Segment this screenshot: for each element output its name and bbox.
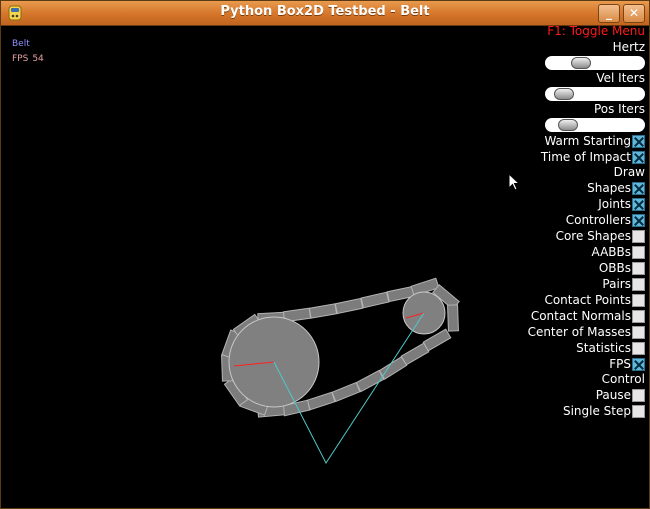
draw-fps-checkbox[interactable]	[632, 357, 645, 371]
draw-contact-points-option[interactable]: Contact Points	[544, 293, 645, 307]
warm-starting-label: Warm Starting	[544, 134, 631, 148]
pause-option[interactable]: Pause	[596, 388, 645, 402]
time-of-impact-option[interactable]: Time of Impact	[541, 150, 645, 164]
draw-core-shapes-checkbox[interactable]	[632, 229, 645, 243]
draw-shapes-checkbox[interactable]	[632, 181, 645, 195]
pos-iters-label: Pos Iters	[593, 102, 645, 116]
draw-obbs-option[interactable]: OBBs	[599, 261, 645, 275]
fps-value: 54	[32, 54, 44, 64]
title-bar[interactable]: Python Box2D Testbed - Belt _ ✕	[1, 1, 649, 26]
draw-shapes-option[interactable]: Shapes	[587, 181, 645, 195]
draw-statistics-checkbox[interactable]	[632, 341, 645, 355]
draw-pairs-label: Pairs	[602, 277, 631, 291]
draw-contact-points-label: Contact Points	[544, 293, 631, 307]
draw-aabbs-checkbox[interactable]	[632, 245, 645, 259]
draw-controllers-checkbox[interactable]	[632, 213, 645, 227]
single-step-label: Single Step	[562, 404, 631, 418]
mouse-pointer-icon	[508, 173, 520, 191]
fps-label: FPS	[12, 54, 29, 64]
time-of-impact-label: Time of Impact	[540, 150, 631, 164]
draw-controllers-option[interactable]: Controllers	[566, 213, 645, 227]
testbed-window: Python Box2D Testbed - Belt _ ✕ Belt FPS…	[0, 0, 650, 509]
vel-iters-slider-knob[interactable]	[554, 88, 574, 100]
control-heading: Control	[601, 372, 645, 386]
hertz-label: Hertz	[612, 40, 645, 54]
belt-link	[447, 304, 459, 332]
draw-center-of-masses-checkbox[interactable]	[632, 325, 645, 339]
test-name-label: Belt	[12, 39, 30, 49]
draw-contact-normals-option[interactable]: Contact Normals	[531, 309, 645, 323]
draw-joints-label: Joints	[598, 197, 631, 211]
fps-readout: FPS 54	[12, 54, 48, 64]
belt-link	[334, 297, 364, 315]
pause-label: Pause	[595, 388, 631, 402]
hertz-slider[interactable]	[545, 56, 645, 70]
vel-iters-slider[interactable]	[545, 87, 645, 101]
draw-center-of-masses-label: Center of Masses	[527, 325, 631, 339]
single-step-option[interactable]: Single Step	[563, 404, 645, 418]
hertz-slider-knob[interactable]	[571, 57, 591, 69]
toggle-menu-hint: F1: Toggle Menu	[547, 26, 645, 38]
belt-link	[306, 391, 336, 411]
belt-link	[400, 342, 430, 366]
draw-statistics-label: Statistics	[576, 341, 631, 355]
minimize-button[interactable]: _	[598, 4, 620, 23]
belt-link	[331, 381, 361, 403]
warm-starting-option[interactable]: Warm Starting	[544, 134, 645, 148]
draw-core-shapes-label: Core Shapes	[555, 229, 631, 243]
draw-fps-option[interactable]: FPS	[609, 357, 645, 371]
draw-fps-label: FPS	[609, 357, 631, 371]
pos-iters-slider-knob[interactable]	[558, 119, 578, 131]
draw-core-shapes-option[interactable]: Core Shapes	[556, 229, 645, 243]
draw-aabbs-label: AABBs	[591, 245, 631, 259]
draw-joints-option[interactable]: Joints	[598, 197, 645, 211]
draw-heading: Draw	[613, 165, 645, 179]
draw-contact-normals-label: Contact Normals	[530, 309, 631, 323]
belt-link	[308, 303, 338, 319]
draw-center-of-masses-option[interactable]: Center of Masses	[528, 325, 645, 339]
pause-checkbox[interactable]	[632, 388, 645, 402]
draw-statistics-option[interactable]: Statistics	[576, 341, 645, 355]
draw-pairs-checkbox[interactable]	[632, 277, 645, 291]
single-step-checkbox[interactable]	[632, 404, 645, 418]
draw-shapes-label: Shapes	[587, 181, 631, 195]
belt-link	[360, 291, 390, 309]
draw-contact-normals-checkbox[interactable]	[632, 309, 645, 323]
warm-starting-checkbox[interactable]	[632, 134, 645, 148]
simulation-canvas[interactable]: Belt FPS 54 F1: Toggle Menu Hertz Vel Ite…	[6, 26, 646, 504]
pos-iters-slider[interactable]	[545, 118, 645, 132]
draw-obbs-checkbox[interactable]	[632, 261, 645, 275]
draw-obbs-label: OBBs	[598, 261, 631, 275]
draw-contact-points-checkbox[interactable]	[632, 293, 645, 307]
draw-aabbs-option[interactable]: AABBs	[592, 245, 645, 259]
time-of-impact-checkbox[interactable]	[632, 150, 645, 164]
window-title: Python Box2D Testbed - Belt	[220, 4, 430, 19]
draw-controllers-label: Controllers	[565, 213, 631, 227]
draw-pairs-option[interactable]: Pairs	[602, 277, 645, 291]
vel-iters-label: Vel Iters	[596, 71, 645, 85]
close-button[interactable]: ✕	[623, 4, 645, 23]
draw-joints-checkbox[interactable]	[632, 197, 645, 211]
